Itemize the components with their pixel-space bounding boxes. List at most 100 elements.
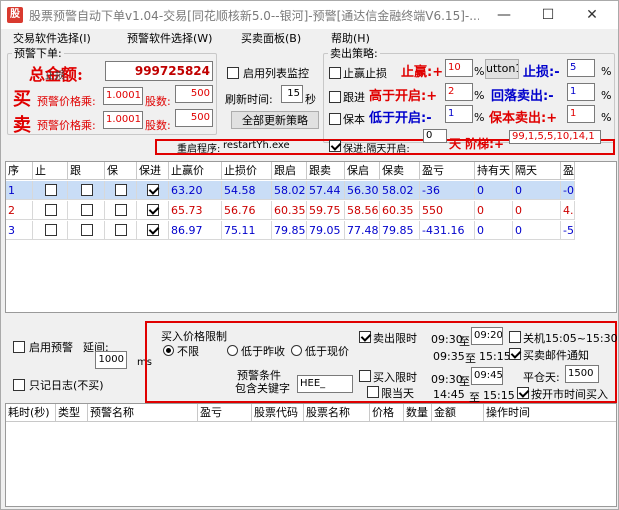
- grid-header-protect-sell[interactable]: 保卖: [380, 162, 420, 180]
- limit-today-checkbox[interactable]: [367, 386, 379, 398]
- below-prev-close-radio[interactable]: [227, 345, 238, 356]
- cell-protect[interactable]: [105, 181, 137, 200]
- no-limit-radio[interactable]: [163, 345, 174, 356]
- market-open-buy-checkbox[interactable]: [517, 387, 529, 399]
- follow-checkbox[interactable]: [329, 91, 341, 103]
- grid-header-seq[interactable]: 序: [6, 162, 33, 180]
- row-checkbox-follow[interactable]: [81, 224, 93, 236]
- grid-header-follow-on[interactable]: 跟启: [272, 162, 307, 180]
- menu-alert-software[interactable]: 预警软件选择(W): [127, 30, 212, 46]
- t2-from[interactable]: 09:35: [433, 350, 465, 363]
- stop-profit-loss-checkbox[interactable]: [329, 67, 341, 79]
- log-header-price[interactable]: 价格: [370, 404, 404, 422]
- restart-program-field[interactable]: restartYh.exe: [221, 139, 321, 154]
- below-current-radio[interactable]: [291, 345, 302, 356]
- cell-protect[interactable]: [105, 201, 137, 220]
- protect-sell-field[interactable]: 1: [567, 105, 595, 123]
- cell-stop[interactable]: [33, 221, 68, 240]
- cell-protect[interactable]: [105, 221, 137, 240]
- grid-header-pnl[interactable]: 盈亏: [420, 162, 475, 180]
- grid-header-follow[interactable]: 跟: [68, 162, 105, 180]
- ladder-field[interactable]: 99,1,5,5,10,14,1: [509, 130, 601, 144]
- t1-to[interactable]: 09:20: [471, 327, 503, 345]
- grid-header-hold-days[interactable]: 持有天: [475, 162, 513, 180]
- grid-header-protect-on[interactable]: 保启: [345, 162, 380, 180]
- t2-to[interactable]: 15:15: [479, 350, 511, 363]
- refresh-time-field[interactable]: 15: [281, 85, 303, 103]
- grid-header-stop[interactable]: 止: [33, 162, 68, 180]
- log-header-quantity[interactable]: 数量: [404, 404, 432, 422]
- total-amount-field[interactable]: 999725824: [105, 61, 213, 81]
- row-checkbox-protect-advance[interactable]: [147, 224, 159, 236]
- grid-header-next-day[interactable]: 隔天: [513, 162, 561, 180]
- maximize-icon[interactable]: ☐: [533, 5, 563, 25]
- stop-profit-field[interactable]: 10: [445, 59, 473, 77]
- log-only-checkbox[interactable]: [13, 379, 25, 391]
- t4-from[interactable]: 14:45: [433, 388, 465, 401]
- close-icon[interactable]: ✕: [577, 5, 607, 25]
- cell-follow[interactable]: [68, 221, 105, 240]
- log-header-amount[interactable]: 金额: [432, 404, 484, 422]
- menu-help[interactable]: 帮助(H): [331, 30, 370, 46]
- cell-protect-advance[interactable]: [137, 201, 169, 220]
- log-header-stock-name[interactable]: 股票名称: [304, 404, 370, 422]
- t1-from[interactable]: 09:30: [431, 333, 463, 346]
- log-header-alert-name[interactable]: 预警名称: [88, 404, 198, 422]
- grid-header-follow-sell[interactable]: 跟卖: [307, 162, 345, 180]
- grid-header-stop-loss-price[interactable]: 止损价: [222, 162, 272, 180]
- high-open-field[interactable]: 2: [445, 83, 473, 101]
- grid-header-extra[interactable]: 盈: [561, 162, 575, 180]
- menu-trade-panel[interactable]: 买卖面板(B): [241, 30, 301, 46]
- mail-notify-checkbox[interactable]: [509, 348, 521, 360]
- row-checkbox-protect[interactable]: [115, 224, 127, 236]
- buy-limit-checkbox[interactable]: [359, 370, 371, 382]
- cell-follow[interactable]: [68, 201, 105, 220]
- grid-header-protect[interactable]: 保: [105, 162, 137, 180]
- position-grid[interactable]: 序止跟保保进 止赢价 止损价 跟启 跟卖 保启 保卖 盈亏 持有天 隔天盈 1 63.20 54.58 5…: [5, 161, 617, 313]
- stop-loss-field[interactable]: 5: [567, 59, 595, 77]
- cell-stop[interactable]: [33, 201, 68, 220]
- grid-header-protect-advance[interactable]: 保进: [137, 162, 169, 180]
- row-checkbox-follow[interactable]: [81, 184, 93, 196]
- row-checkbox-protect-advance[interactable]: [147, 184, 159, 196]
- row-checkbox-protect-advance[interactable]: [147, 204, 159, 216]
- log-header-stock-code[interactable]: 股票代码: [252, 404, 304, 422]
- protect-checkbox[interactable]: [329, 113, 341, 125]
- protect-advance-field[interactable]: 0: [423, 129, 447, 143]
- log-header-type[interactable]: 类型: [56, 404, 88, 422]
- menu-trade-software[interactable]: 交易软件选择(I): [13, 30, 91, 46]
- log-header-op-time[interactable]: 操作时间: [484, 404, 616, 422]
- row-checkbox-stop[interactable]: [45, 184, 57, 196]
- close-days-field[interactable]: 1500: [565, 365, 599, 383]
- grid-header-stop-profit-price[interactable]: 止赢价: [169, 162, 222, 180]
- shutdown-checkbox[interactable]: [509, 331, 521, 343]
- update-all-strategy-button[interactable]: 全部更新策略: [231, 111, 319, 129]
- row-checkbox-follow[interactable]: [81, 204, 93, 216]
- sell-limit-checkbox[interactable]: [359, 331, 371, 343]
- sell-shares-field[interactable]: 500: [175, 109, 213, 127]
- button1[interactable]: utton1: [485, 59, 519, 79]
- row-checkbox-stop[interactable]: [45, 204, 57, 216]
- row-checkbox-protect[interactable]: [115, 204, 127, 216]
- cell-protect-advance[interactable]: [137, 221, 169, 240]
- enable-list-monitor-checkbox[interactable]: [227, 67, 239, 79]
- t3-from[interactable]: 09:30: [431, 373, 463, 386]
- t4-to[interactable]: 15:15: [483, 389, 515, 402]
- enable-alert-checkbox[interactable]: [13, 341, 25, 353]
- row-checkbox-stop[interactable]: [45, 224, 57, 236]
- cell-follow[interactable]: [68, 181, 105, 200]
- minimize-icon[interactable]: —: [489, 5, 519, 25]
- keyword-field[interactable]: HEE_: [297, 375, 353, 393]
- log-grid[interactable]: 耗时(秒) 类型 预警名称 盈亏 股票代码 股票名称 价格 数量 金额 操作时间: [5, 403, 617, 507]
- low-open-field[interactable]: 1: [445, 105, 473, 123]
- t3-to[interactable]: 09:45: [471, 367, 503, 385]
- pullback-field[interactable]: 1: [567, 83, 595, 101]
- delay-field[interactable]: 1000: [95, 351, 127, 369]
- cell-protect-advance[interactable]: [137, 181, 169, 200]
- cell-stop[interactable]: [33, 181, 68, 200]
- row-checkbox-protect[interactable]: [115, 184, 127, 196]
- sell-multiplier-field[interactable]: 1.0001: [103, 111, 143, 129]
- log-header-pnl[interactable]: 盈亏: [198, 404, 252, 422]
- log-header-elapsed[interactable]: 耗时(秒): [6, 404, 56, 422]
- protect-advance-checkbox[interactable]: [329, 140, 341, 152]
